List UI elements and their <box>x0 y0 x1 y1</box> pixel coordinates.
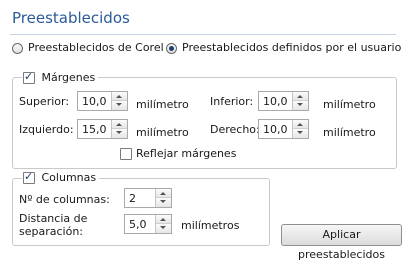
left-margin-spinner[interactable]: 15,0 <box>77 119 128 139</box>
top-margin-unit: milímetro <box>136 98 189 111</box>
column-spacing-spinner[interactable]: 5,0 <box>124 214 172 234</box>
bottom-margin-down-icon[interactable] <box>293 101 308 110</box>
right-margin-unit: milímetro <box>323 126 376 139</box>
left-margin-value[interactable]: 15,0 <box>82 123 107 136</box>
column-spacing-label-line2: separación: <box>19 225 83 238</box>
column-count-spinner[interactable]: 2 <box>124 188 172 208</box>
top-margin-value[interactable]: 10,0 <box>82 95 107 108</box>
column-spacing-up-icon[interactable] <box>156 215 171 224</box>
column-spacing-unit: milímetros <box>181 219 240 232</box>
top-margin-down-icon[interactable] <box>112 101 127 110</box>
margins-legend: Márgenes <box>22 70 99 85</box>
left-margin-label: Izquierdo: <box>19 123 74 136</box>
column-count-down-icon[interactable] <box>156 198 171 207</box>
bottom-margin-value[interactable]: 10,0 <box>263 95 288 108</box>
right-margin-down-icon[interactable] <box>293 129 308 138</box>
mirror-margins-checkbox[interactable] <box>120 148 132 160</box>
bottom-margin-spinner[interactable]: 10,0 <box>258 91 309 111</box>
column-spacing-down-icon[interactable] <box>156 224 171 233</box>
column-spacing-label: Distancia de separación: <box>19 212 87 238</box>
left-margin-unit: milímetro <box>136 126 189 139</box>
radio-user-label[interactable]: Preestablecidos definidos por el usuario <box>182 41 401 54</box>
radio-corel-label[interactable]: Preestablecidos de Corel <box>28 41 164 54</box>
margins-label: Márgenes <box>41 71 96 84</box>
top-margin-up-icon[interactable] <box>112 92 127 101</box>
radio-user-presets[interactable] <box>166 43 177 54</box>
column-count-value[interactable]: 2 <box>129 192 136 205</box>
left-margin-up-icon[interactable] <box>112 120 127 129</box>
column-spacing-label-line1: Distancia de <box>19 212 88 225</box>
right-margin-value[interactable]: 10,0 <box>263 123 288 136</box>
right-margin-label: Derecho: <box>210 123 260 136</box>
bottom-margin-up-icon[interactable] <box>293 92 308 101</box>
column-spacing-value[interactable]: 5,0 <box>129 218 147 231</box>
column-count-up-icon[interactable] <box>156 189 171 198</box>
columns-checkbox[interactable] <box>23 170 35 184</box>
column-count-label: Nº de columnas: <box>19 193 110 206</box>
columns-label: Columnas <box>41 171 97 184</box>
right-margin-spinner[interactable]: 10,0 <box>258 119 309 139</box>
top-margin-spinner[interactable]: 10,0 <box>77 91 128 111</box>
bottom-margin-label: Inferior: <box>210 95 254 108</box>
radio-corel-presets[interactable] <box>12 43 23 54</box>
section-title: Preestablecidos <box>12 9 130 27</box>
top-margin-label: Superior: <box>19 95 70 108</box>
apply-presets-button[interactable]: Aplicar preestablecidos <box>281 224 402 261</box>
left-margin-down-icon[interactable] <box>112 129 127 138</box>
right-margin-up-icon[interactable] <box>293 120 308 129</box>
margins-checkbox[interactable] <box>23 70 35 84</box>
title-divider <box>10 34 396 35</box>
columns-legend: Columnas <box>22 170 100 185</box>
mirror-margins-label[interactable]: Reflejar márgenes <box>136 147 236 160</box>
bottom-margin-unit: milímetro <box>323 98 376 111</box>
